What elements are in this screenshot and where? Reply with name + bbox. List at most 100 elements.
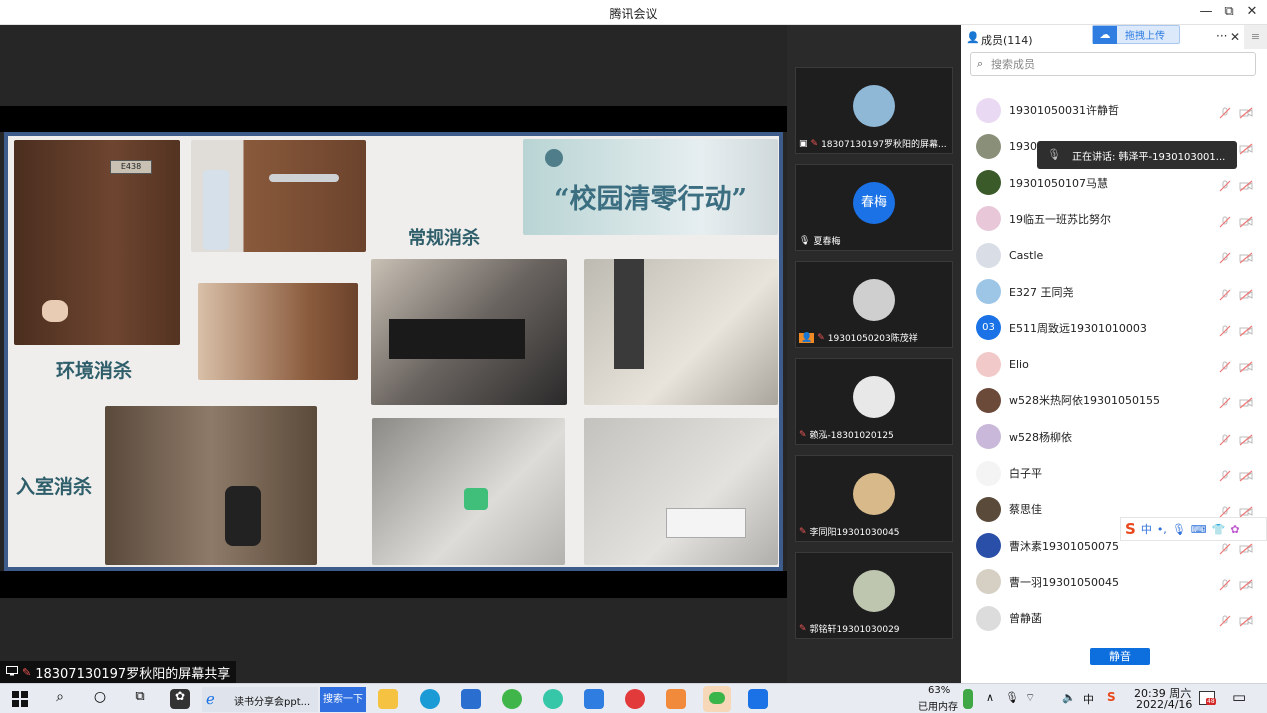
- wifi-icon[interactable]: ⌔: [1025, 691, 1035, 705]
- close-button[interactable]: ✕: [1242, 4, 1262, 19]
- member-row[interactable]: E327 王同尧: [961, 277, 1257, 307]
- mail-icon[interactable]: [461, 689, 481, 709]
- mic-off-icon[interactable]: [1219, 394, 1231, 409]
- member-search-input[interactable]: ⌕ 搜索成员: [970, 52, 1256, 76]
- mic-off-icon: ✎: [799, 526, 807, 537]
- task-view-icon[interactable]: ⧉: [130, 689, 150, 709]
- mic-off-icon[interactable]: [1219, 431, 1231, 446]
- search-icon[interactable]: ⌕: [50, 689, 70, 709]
- app-icon[interactable]: [543, 689, 563, 709]
- notification-icon[interactable]: 48: [1199, 691, 1216, 705]
- volume-icon[interactable]: 🔈: [1062, 691, 1076, 704]
- camera-off-icon[interactable]: [1239, 177, 1253, 192]
- camera-off-icon[interactable]: [1239, 249, 1253, 264]
- punctuation-toggle[interactable]: •,: [1157, 523, 1167, 536]
- spray-bottle-image: [203, 170, 229, 250]
- mic-off-icon[interactable]: [1219, 177, 1231, 192]
- mic-off-icon[interactable]: [1219, 249, 1231, 264]
- mute-all-button[interactable]: 静音: [1090, 648, 1150, 665]
- netease-music-icon[interactable]: [625, 689, 645, 709]
- member-row[interactable]: 19301050031许静哲: [961, 95, 1257, 125]
- camera-off-icon[interactable]: [1239, 576, 1253, 591]
- media-player-icon[interactable]: [666, 689, 686, 709]
- video-tile[interactable]: 春梅 🎙 夏春梅: [795, 164, 953, 251]
- mic-off-icon[interactable]: [1219, 358, 1231, 373]
- skin-icon[interactable]: 👕: [1212, 523, 1226, 536]
- member-row[interactable]: 曾静菡: [961, 603, 1257, 633]
- mic-off-icon[interactable]: [1219, 503, 1231, 518]
- member-name: 19301050031许静哲: [1009, 104, 1119, 117]
- mic-off-icon[interactable]: [1219, 322, 1231, 337]
- ime-lang-toggle[interactable]: 中: [1141, 521, 1152, 537]
- member-row[interactable]: 03 E511周致远19301010003: [961, 313, 1257, 343]
- camera-off-icon[interactable]: [1239, 286, 1253, 300]
- mic-off-icon[interactable]: [1219, 540, 1231, 555]
- camera-off-icon[interactable]: [1239, 322, 1253, 337]
- mic-off-icon[interactable]: [1219, 612, 1231, 627]
- toolbox-icon[interactable]: ✿: [1230, 523, 1239, 536]
- taskbar: ⌕ ○ ⧉ ✿ ℯ 读书分享会ppt... 搜索一下 63% 已用内存 ∧ 🎙 …: [0, 683, 1267, 713]
- voice-input-icon[interactable]: 🎙: [1172, 523, 1186, 536]
- memory-icon[interactable]: [963, 689, 973, 709]
- member-row[interactable]: Elio: [961, 349, 1257, 379]
- action-center-icon[interactable]: ▭: [1232, 688, 1246, 706]
- upload-button[interactable]: ☁ 拖拽上传: [1092, 25, 1180, 44]
- mic-icon[interactable]: 🎙: [1005, 691, 1019, 704]
- camera-off-icon[interactable]: [1239, 140, 1253, 155]
- avatar: [853, 473, 895, 515]
- keyboard-icon[interactable]: ⌨: [1191, 523, 1207, 536]
- browser-icon[interactable]: [502, 689, 522, 709]
- camera-off-icon[interactable]: [1239, 104, 1253, 119]
- camera-off-icon[interactable]: [1239, 612, 1253, 627]
- mic-off-icon[interactable]: [1219, 213, 1231, 228]
- member-row[interactable]: w528杨柳依: [961, 422, 1257, 452]
- video-tile[interactable]: ✎ 李同阳19301030045: [795, 455, 953, 542]
- person-icon: 👤: [966, 31, 980, 44]
- camera-off-icon[interactable]: [1239, 540, 1253, 555]
- member-row[interactable]: 19301050107马慧: [961, 168, 1257, 198]
- camera-off-icon[interactable]: [1239, 467, 1253, 482]
- video-tile[interactable]: 👤 ✎ 19301050203陈茂祥: [795, 261, 953, 348]
- mic-off-icon[interactable]: [1219, 104, 1231, 119]
- wechat-icon[interactable]: [703, 686, 731, 712]
- tencent-meeting-icon[interactable]: [748, 689, 768, 709]
- file-explorer-icon[interactable]: [378, 689, 398, 709]
- ime-lang-indicator[interactable]: 中: [1083, 691, 1094, 707]
- windows-start-icon[interactable]: [10, 689, 30, 709]
- close-panel-button[interactable]: ✕: [1230, 30, 1240, 44]
- camera-off-icon[interactable]: [1239, 503, 1253, 518]
- maximize-button[interactable]: ⧉: [1219, 4, 1239, 19]
- menu-icon[interactable]: ≡: [1244, 25, 1267, 49]
- sogou-tray-icon[interactable]: S: [1107, 690, 1116, 704]
- member-row[interactable]: 曹一羽19301050045: [961, 567, 1257, 597]
- more-button[interactable]: ···: [1216, 29, 1227, 43]
- clock-date[interactable]: 2022/4/16: [1136, 698, 1192, 711]
- member-row[interactable]: 19临五一班苏比努尔: [961, 204, 1257, 234]
- avatar: [976, 279, 1001, 304]
- cortana-icon[interactable]: ○: [90, 689, 110, 709]
- avatar: [853, 85, 895, 127]
- member-row[interactable]: Castle: [961, 240, 1257, 270]
- member-row[interactable]: 白子平: [961, 458, 1257, 488]
- camera-off-icon[interactable]: [1239, 431, 1253, 446]
- sogou-icon[interactable]: S: [1125, 520, 1136, 538]
- baidu-search-button[interactable]: 搜索一下: [320, 687, 366, 712]
- ie-taskbar-item[interactable]: ℯ 读书分享会ppt...: [202, 687, 318, 712]
- mic-off-icon[interactable]: [1219, 576, 1231, 591]
- video-tile[interactable]: ▣ ✎ 18307130197罗秋阳的屏幕...: [795, 67, 953, 154]
- mic-off-icon[interactable]: [1219, 286, 1231, 300]
- member-name: E327 王同尧: [1009, 285, 1074, 299]
- camera-off-icon[interactable]: [1239, 358, 1253, 373]
- member-row[interactable]: w528米热阿依19301050155: [961, 385, 1257, 415]
- camera-off-icon[interactable]: [1239, 213, 1253, 228]
- video-tile[interactable]: ✎ 郭铭轩19301030029: [795, 552, 953, 639]
- chevron-up-icon[interactable]: ∧: [986, 691, 994, 704]
- minimize-button[interactable]: —: [1196, 4, 1216, 19]
- ime-toolbar[interactable]: S 中 •, 🎙 ⌨ 👕 ✿: [1120, 517, 1267, 541]
- video-app-icon[interactable]: [584, 689, 604, 709]
- app-icon[interactable]: ✿: [170, 689, 190, 709]
- mic-off-icon[interactable]: [1219, 467, 1231, 482]
- edge-icon[interactable]: [420, 689, 440, 709]
- camera-off-icon[interactable]: [1239, 394, 1253, 409]
- video-tile[interactable]: ✎ 赖泓-18301020125: [795, 358, 953, 445]
